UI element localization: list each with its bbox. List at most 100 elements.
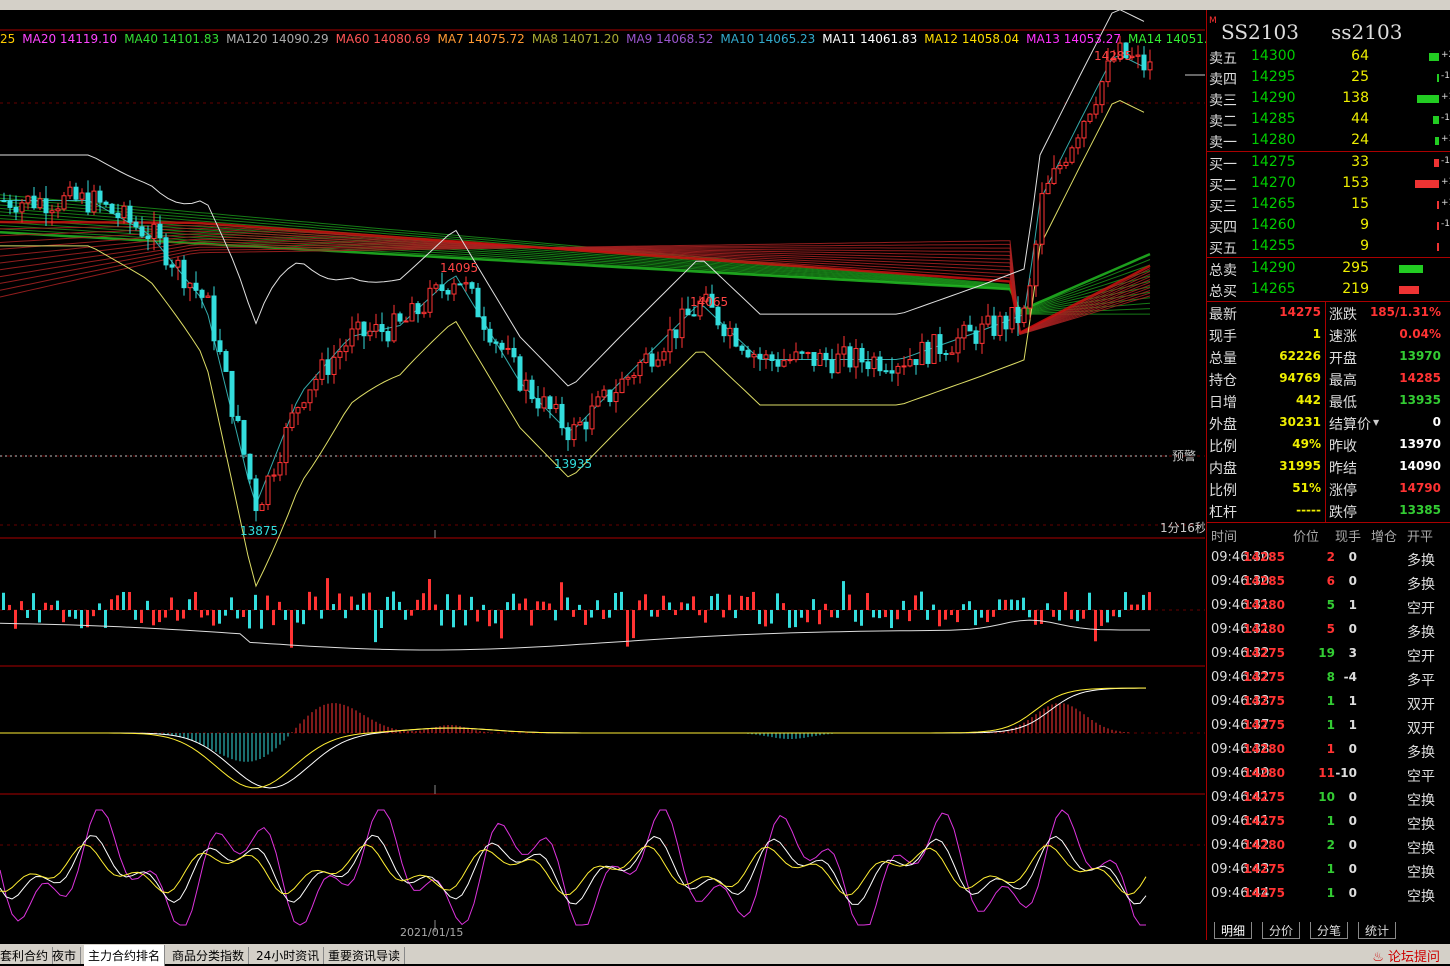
macd-dif-line — [0, 687, 1146, 789]
volume-bar — [1040, 610, 1043, 625]
tick-row[interactable]: 09:46:32 14275 19 3 空开 — [1207, 642, 1450, 666]
candle-body — [91, 190, 97, 213]
level-volume: 138 — [1342, 90, 1369, 106]
stat-item: 跌停 13385 — [1327, 500, 1445, 522]
ma-legend-item: MA120 14090.29 — [226, 32, 329, 46]
volume-bar — [302, 610, 305, 625]
volume-bar — [842, 581, 845, 610]
candle-body — [769, 354, 775, 362]
candle-body — [433, 284, 439, 289]
kline-chart[interactable]: 14285 14095 14065 13935 13875 预警 1分16秒 2021/01/… — [0, 10, 1205, 940]
candle-body — [361, 321, 367, 337]
forum-link[interactable]: ♨ 论坛提问 — [1372, 946, 1440, 965]
candle-body — [355, 321, 361, 330]
candle-body — [691, 314, 697, 317]
bid-level[interactable]: 买二 14270 153 +12 — [1207, 173, 1450, 194]
tick-row[interactable]: 09:46:30 14285 6 0 多换 — [1207, 570, 1450, 594]
level-price: 14260 — [1251, 217, 1296, 233]
tick-row[interactable]: 09:46:40 14280 11 -10 空平 — [1207, 762, 1450, 786]
tick-row[interactable]: 09:46:31 14280 5 0 多换 — [1207, 618, 1450, 642]
volume-bar — [224, 610, 227, 616]
volume-bar — [1136, 604, 1139, 610]
volume-bar — [602, 610, 605, 619]
tab-detail[interactable]: 明细 — [1214, 922, 1253, 939]
tick-size: 2 — [1326, 838, 1335, 852]
volume-bar — [434, 604, 437, 610]
stat-label: 内盘 — [1209, 461, 1237, 477]
ask-level[interactable]: 总卖 14290 295 — [1207, 258, 1450, 279]
candle-body — [1033, 243, 1039, 287]
bid-level[interactable]: 买三 14265 15 +1 — [1207, 194, 1450, 215]
tab-24h-news[interactable]: 24小时资讯 — [252, 947, 325, 964]
volume-bar — [500, 610, 503, 639]
tab-key-news[interactable]: 重要资讯导读 — [324, 947, 406, 964]
volume-bar — [908, 610, 911, 622]
bid-level[interactable]: 买一 14275 33 -1 — [1207, 152, 1450, 173]
tab-stats[interactable]: 统计 — [1358, 922, 1397, 939]
volume-bar — [572, 610, 575, 617]
candle-body — [541, 396, 547, 409]
tab-main-contract-rank[interactable]: 主力合约排名 — [84, 945, 166, 966]
tick-row[interactable]: 09:46:42 14280 2 0 空换 — [1207, 834, 1450, 858]
volume-bar — [788, 610, 791, 628]
level-volume-bar — [1437, 243, 1439, 251]
tick-price: 14275 — [1243, 718, 1285, 732]
kline-chart-area[interactable]: 14285 14095 14065 13935 13875 预警 1分16秒 2021/01/… — [0, 10, 1205, 940]
candle-body — [259, 504, 265, 512]
volume-bar — [368, 592, 371, 610]
tick-row[interactable]: 09:46:32 14275 8 -4 多平 — [1207, 666, 1450, 690]
level-label: 总卖 — [1209, 263, 1237, 279]
tick-oi: 0 — [1348, 622, 1357, 636]
volume-bar — [296, 610, 299, 623]
candle-body — [217, 340, 223, 353]
tick-row[interactable]: 09:46:41 14275 1 0 空换 — [1207, 810, 1450, 834]
tick-row[interactable]: 09:46:43 14275 1 0 空换 — [1207, 858, 1450, 882]
high-price-label: 14285 — [1094, 49, 1132, 63]
ask-level[interactable]: 卖四 14295 25 -12 — [1207, 67, 1450, 88]
candle-body — [67, 186, 73, 197]
volume-bar — [2, 592, 5, 610]
ask-level[interactable]: 卖一 14280 24 +1 — [1207, 130, 1450, 151]
bid-level[interactable]: 总买 14265 219 — [1207, 279, 1450, 300]
tick-size: 11 — [1318, 766, 1335, 780]
tab-night[interactable]: 夜市 — [48, 947, 82, 964]
settle-dropdown-icon[interactable]: ▼ — [1373, 418, 1379, 427]
tick-row[interactable]: 09:46:41 14275 10 0 空换 — [1207, 786, 1450, 810]
candle-body — [1039, 193, 1045, 245]
volume-bar — [674, 610, 677, 616]
candle-body — [823, 352, 829, 361]
ask-level[interactable]: 卖三 14290 138 +12 — [1207, 88, 1450, 109]
tab-arbitrage[interactable]: 套利合约 — [0, 947, 54, 964]
tick-row[interactable]: 09:46:31 14280 5 1 空开 — [1207, 594, 1450, 618]
tick-row[interactable]: 09:46:30 14285 2 0 多换 — [1207, 546, 1450, 570]
ask-level[interactable]: 卖二 14285 44 -1 — [1207, 109, 1450, 130]
bid-level[interactable]: 买五 14255 9 — [1207, 236, 1450, 257]
tick-row[interactable]: 09:46:33 14275 1 1 双开 — [1207, 690, 1450, 714]
bid-level[interactable]: 买四 14260 9 -1 — [1207, 215, 1450, 236]
stat-item: 结算价 0 — [1327, 412, 1445, 434]
volume-bar — [1064, 591, 1067, 610]
tab-commodity-index[interactable]: 商品分类指数 — [168, 947, 250, 964]
volume-bar — [344, 610, 347, 619]
tick-row[interactable]: 09:46:37 14275 1 1 双开 — [1207, 714, 1450, 738]
stat-label: 比例 — [1209, 439, 1237, 455]
tab-trades[interactable]: 分笔 — [1310, 922, 1349, 939]
bollinger-lower — [0, 100, 1145, 588]
candle-body — [73, 186, 79, 200]
candle-body — [871, 356, 877, 370]
time-left-label: 1分16秒 — [1160, 521, 1205, 535]
level-volume: 44 — [1351, 111, 1369, 127]
candle-body — [733, 327, 739, 347]
tick-type: 空平 — [1407, 769, 1435, 785]
candle-body — [721, 324, 727, 337]
tab-price-dist[interactable]: 分价 — [1262, 922, 1301, 939]
tick-row[interactable]: 09:46:38 14280 1 0 多换 — [1207, 738, 1450, 762]
ask-level[interactable]: 卖五 14300 64 +2 — [1207, 46, 1450, 67]
ma-legend-item: MA12 14058.04 — [924, 32, 1020, 46]
volume-bar — [170, 597, 173, 610]
ma-legend: 25 MA20 14119.10 MA40 14101.83 MA120 14090.… — [0, 32, 1230, 46]
level-change: +2 — [1441, 50, 1450, 60]
candle-body — [1099, 81, 1105, 106]
volume-bar — [338, 593, 341, 610]
tick-row[interactable]: 09:46:44 14275 1 0 空换 — [1207, 882, 1450, 906]
